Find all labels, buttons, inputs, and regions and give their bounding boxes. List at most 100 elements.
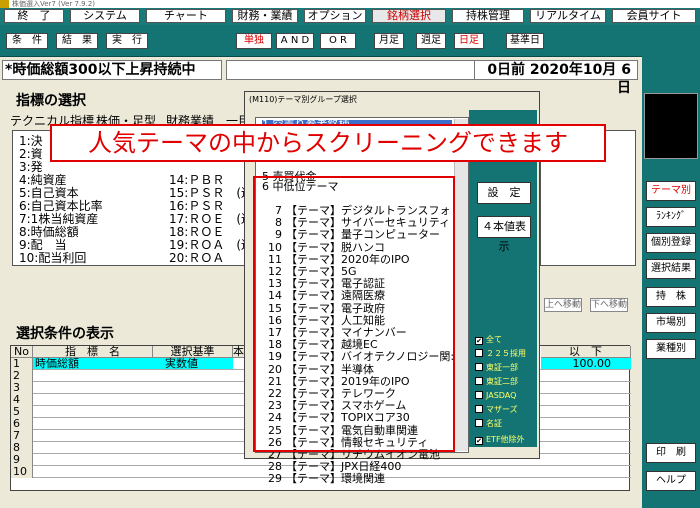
menu-holdings[interactable]: 持株管理 [452, 9, 524, 23]
caption-banner: 人気テーマの中からスクリーニングできます [50, 124, 606, 162]
row-basis: 実数値 [153, 358, 233, 369]
base-date-display: 0日前 2020年10月 6日 [474, 60, 638, 96]
sidebar-print-button[interactable]: 印 刷 [646, 443, 696, 463]
four-values-button[interactable]: ４本値表示 [477, 216, 531, 253]
market-filter-checkbox[interactable]: ✔ ETF他除外 [475, 435, 525, 445]
market-filter-checkbox[interactable]: ✔ 全て [475, 335, 502, 345]
move-up-button[interactable]: 上へ移動 [544, 298, 582, 312]
checkbox-empty-icon[interactable] [475, 405, 483, 413]
conditions-section-title: 選択条件の表示 [16, 326, 114, 342]
list-item[interactable]: 2:資 [19, 148, 43, 160]
and-button[interactable]: A N D [276, 33, 314, 49]
condition-button[interactable]: 条 件 [6, 33, 48, 49]
sidebar-display [644, 93, 698, 159]
theme-item-number: 28 [268, 460, 282, 474]
menu-stock-select[interactable]: 銘柄選択 [372, 9, 446, 23]
or-button[interactable]: O R [320, 33, 356, 49]
menu-realtime[interactable]: リアルタイム [530, 9, 606, 23]
status-blank [226, 60, 480, 80]
list-item[interactable]: 18:ＲＯＥ [169, 226, 224, 238]
row-no: 10 [11, 466, 33, 478]
sidebar-market-button[interactable]: 市場別 [646, 313, 696, 333]
list-item[interactable]: 8:時価総額 [19, 226, 79, 238]
menu-option[interactable]: オプション [304, 9, 366, 23]
checkbox-label: ETF他除外 [486, 435, 525, 444]
sidebar-ranking-button[interactable]: ﾗﾝｷﾝｸﾞ [646, 207, 696, 227]
toolbar: 条 件 結 果 実 行 単独 A N D O R 月足 週足 日足 基準日 [0, 25, 642, 57]
theme-list-item[interactable]: 28 【テーマ】JPX日経400 [262, 460, 401, 474]
list-item[interactable]: 7:1株当純資産 [19, 213, 98, 225]
monthly-button[interactable]: 月足 [374, 33, 404, 49]
weekly-button[interactable]: 週足 [416, 33, 446, 49]
checkbox-empty-icon[interactable] [475, 349, 483, 357]
list-item[interactable]: 16:ＰＳＲ [169, 200, 224, 212]
list-item[interactable]: 17:ＲＯＥ (連 [169, 213, 253, 225]
checkmark-icon[interactable]: ✔ [475, 337, 483, 345]
menu-bar: 終 了 システム チャート 財務・業績 オプション 銘柄選択 持株管理 リアルタ… [0, 8, 700, 25]
list-item[interactable]: 20:ＲＯＡ [169, 252, 224, 264]
checkbox-empty-icon[interactable] [475, 419, 483, 427]
market-filter-checkbox[interactable]: 名証 [475, 419, 502, 429]
market-filter-checkbox[interactable]: 東証二部 [475, 377, 518, 387]
checkbox-label: 全て [486, 335, 502, 344]
checkbox-label: ２２５採用 [486, 349, 526, 358]
theme-item-name: 【テーマ】環境関連 [286, 472, 385, 486]
market-filter-checkbox[interactable]: JASDAQ [475, 391, 516, 401]
sidebar-industry-button[interactable]: 業種別 [646, 339, 696, 359]
list-item[interactable]: 4:純資産 [19, 174, 67, 186]
sidebar-theme-button[interactable]: テーマ別 [646, 181, 696, 201]
checkbox-empty-icon[interactable] [475, 363, 483, 371]
sidebar-result-button[interactable]: 選択結果 [646, 259, 696, 279]
checkbox-empty-icon[interactable] [475, 391, 483, 399]
app-logo-icon [0, 0, 9, 8]
list-item[interactable]: 15:ＰＳＲ (連 [169, 187, 253, 199]
result-button[interactable]: 結 果 [56, 33, 98, 49]
list-item[interactable]: 19:ＲＯＡ (連 [169, 239, 253, 251]
highlight-frame [253, 176, 455, 452]
checkbox-label: JASDAQ [486, 391, 517, 400]
checkbox-label: 東証二部 [486, 377, 518, 386]
market-filter-checkbox[interactable]: ２２５採用 [475, 349, 526, 359]
execute-button[interactable]: 実 行 [106, 33, 148, 49]
indicator-section-title: 指標の選択 [16, 93, 86, 109]
row-max: 100.00 [541, 358, 631, 369]
list-item[interactable]: 1:決 [19, 135, 43, 147]
condition-name: *時価総額300以下上昇持続中 [2, 60, 222, 80]
list-item[interactable]: 3:発 [19, 161, 43, 173]
list-item[interactable]: 9:配 当 [19, 239, 67, 251]
checkbox-label: 東証一部 [486, 363, 518, 372]
dialog-title: (M110)テーマ別グループ選択 [249, 95, 357, 104]
market-filter-checkbox[interactable]: 東証一部 [475, 363, 518, 373]
market-filter-panel: ✔ 全て ２２５採用 東証一部 東証二部 JASDAQ マザーズ 名証 ✔ ETF他除外 [469, 329, 537, 447]
move-down-button[interactable]: 下へ移動 [590, 298, 628, 312]
sidebar-individual-button[interactable]: 個別登録 [646, 233, 696, 253]
title-bar: 株価選入Ver7 (Ver 7.9.2) [0, 0, 700, 8]
row-indicator-name: 時価総額 [33, 358, 153, 369]
menu-member-site[interactable]: 会員サイト [612, 9, 696, 23]
list-item[interactable]: 5:自己資本 [19, 187, 79, 199]
theme-item-number: 29 [268, 472, 282, 486]
list-item[interactable]: 14:ＰＢＲ [169, 174, 224, 186]
menu-chart[interactable]: チャート [146, 9, 226, 23]
checkmark-icon[interactable]: ✔ [475, 437, 483, 445]
app-title: 株価選入Ver7 (Ver 7.9.2) [12, 0, 96, 8]
sidebar-holdings-button[interactable]: 持 株 [646, 287, 696, 307]
status-row: *時価総額300以下上昇持続中 0日前 2020年10月 6日 [0, 58, 642, 96]
checkbox-label: マザーズ [486, 405, 518, 414]
sidebar-help-button[interactable]: ヘルプ [646, 471, 696, 491]
market-filter-checkbox[interactable]: マザーズ [475, 405, 518, 415]
list-item[interactable]: 6:自己資本比率 [19, 200, 103, 212]
set-button[interactable]: 設 定 [477, 182, 531, 204]
single-button[interactable]: 単独 [236, 33, 272, 49]
theme-list-scrollbar[interactable] [454, 119, 468, 451]
list-item[interactable]: 10:配当利回 [19, 252, 86, 264]
right-sidebar: テーマ別 ﾗﾝｷﾝｸﾞ 個別登録 選択結果 持 株 市場別 業種別 印 刷 ヘル… [642, 25, 700, 508]
checkbox-empty-icon[interactable] [475, 377, 483, 385]
menu-exit[interactable]: 終 了 [4, 9, 64, 23]
menu-system[interactable]: システム [70, 9, 140, 23]
daily-button[interactable]: 日足 [454, 33, 484, 49]
theme-list-item[interactable]: 29 【テーマ】環境関連 [262, 472, 385, 486]
checkbox-label: 名証 [486, 419, 502, 428]
base-date-button[interactable]: 基準日 [506, 33, 544, 49]
menu-finance[interactable]: 財務・業績 [232, 9, 298, 23]
